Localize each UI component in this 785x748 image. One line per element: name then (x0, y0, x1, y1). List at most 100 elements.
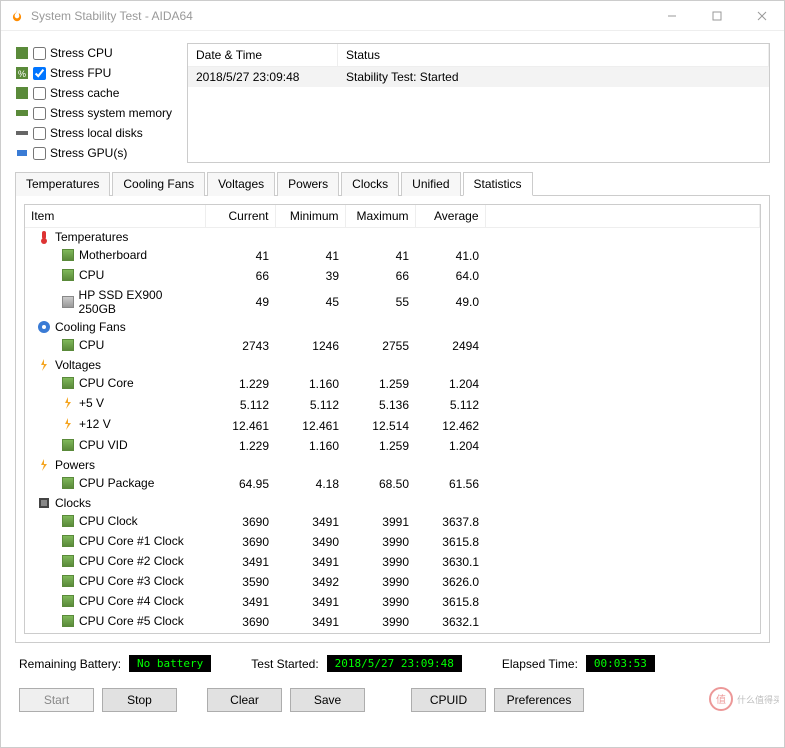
cell-minimum: 39 (275, 266, 345, 286)
col-header-minimum[interactable]: Minimum (275, 205, 345, 228)
category-row[interactable]: Temperatures (25, 228, 760, 247)
table-row[interactable]: Motherboard41414141.0 (25, 246, 760, 266)
log-table: Date & Time Status 2018/5/27 23:09:48Sta… (187, 43, 770, 163)
category-label: Powers (55, 458, 95, 472)
log-header-datetime[interactable]: Date & Time (188, 44, 338, 66)
category-row[interactable]: Cooling Fans (25, 318, 760, 336)
cell-minimum: 1.160 (275, 374, 345, 394)
category-row[interactable]: Voltages (25, 356, 760, 374)
close-button[interactable] (739, 1, 784, 31)
cell-maximum: 3990 (345, 532, 415, 552)
table-row[interactable]: HP SSD EX900 250GB49455549.0 (25, 286, 760, 318)
category-row[interactable]: Clocks (25, 494, 760, 512)
cell-minimum: 1246 (275, 336, 345, 356)
cell-average: 3615.8 (415, 532, 485, 552)
stress-label[interactable]: Stress cache (50, 86, 119, 100)
item-label: +5 V (79, 396, 104, 410)
log-status: Stability Test: Started (338, 67, 769, 87)
chip-icon (61, 614, 75, 628)
cell-maximum: 3990 (345, 552, 415, 572)
category-label: Clocks (55, 496, 91, 510)
col-header-average[interactable]: Average (415, 205, 485, 228)
volt-icon (37, 358, 51, 372)
table-row[interactable]: CPU Core #3 Clock3590349239903626.0 (25, 572, 760, 592)
button-bar: Start Stop Clear Save CPUID Preferences (15, 684, 770, 724)
cell-minimum: 3491 (275, 612, 345, 632)
cell-average: 3628.0 (415, 632, 485, 634)
tab-cooling-fans[interactable]: Cooling Fans (112, 172, 205, 196)
log-row[interactable]: 2018/5/27 23:09:48Stability Test: Starte… (188, 67, 769, 87)
stress-icon (15, 146, 29, 160)
titlebar: System Stability Test - AIDA64 (1, 1, 784, 31)
cpuid-button[interactable]: CPUID (411, 688, 486, 712)
volt-icon (37, 458, 51, 472)
item-label: CPU Package (79, 476, 154, 490)
stress-checkbox[interactable] (33, 67, 46, 80)
chip-icon (61, 376, 75, 390)
minimize-button[interactable] (649, 1, 694, 31)
cell-current: 1.229 (205, 374, 275, 394)
table-row[interactable]: CPU Package64.954.1868.5061.56 (25, 474, 760, 494)
stress-checkbox[interactable] (33, 127, 46, 140)
cell-minimum: 41 (275, 246, 345, 266)
stress-checkbox[interactable] (33, 107, 46, 120)
app-icon (9, 8, 25, 24)
chip-icon (61, 268, 75, 282)
table-row[interactable]: CPU Core1.2291.1601.2591.204 (25, 374, 760, 394)
start-button[interactable]: Start (19, 688, 94, 712)
tab-temperatures[interactable]: Temperatures (15, 172, 110, 196)
table-row[interactable]: +12 V12.46112.46112.51412.462 (25, 415, 760, 436)
test-started-value: 2018/5/27 23:09:48 (327, 655, 462, 672)
maximize-button[interactable] (694, 1, 739, 31)
elapsed-time-label: Elapsed Time: (502, 657, 578, 671)
table-row[interactable]: CPU Core #6 Clock3590349139903628.0 (25, 632, 760, 634)
stress-label[interactable]: Stress system memory (50, 106, 172, 120)
cell-average: 41.0 (415, 246, 485, 266)
stress-checkbox[interactable] (33, 87, 46, 100)
status-bar: Remaining Battery: No battery Test Start… (15, 643, 770, 684)
col-header-item[interactable]: Item (25, 205, 205, 228)
log-datetime: 2018/5/27 23:09:48 (188, 67, 338, 87)
table-row[interactable]: CPU Core #5 Clock3690349139903632.1 (25, 612, 760, 632)
cell-maximum: 3990 (345, 592, 415, 612)
cell-average: 49.0 (415, 286, 485, 318)
stop-button[interactable]: Stop (102, 688, 177, 712)
col-header-current[interactable]: Current (205, 205, 275, 228)
table-row[interactable]: +5 V5.1125.1125.1365.112 (25, 394, 760, 415)
chip-icon (61, 554, 75, 568)
tab-statistics[interactable]: Statistics (463, 172, 533, 196)
table-row[interactable]: CPU Clock3690349139913637.8 (25, 512, 760, 532)
item-label: CPU (79, 268, 104, 282)
table-row[interactable]: CPU Core #2 Clock3491349139903630.1 (25, 552, 760, 572)
preferences-button[interactable]: Preferences (494, 688, 584, 712)
item-label: HP SSD EX900 250GB (79, 288, 199, 316)
stress-label[interactable]: Stress local disks (50, 126, 143, 140)
table-row[interactable]: CPU Core #4 Clock3491349139903615.8 (25, 592, 760, 612)
cell-maximum: 66 (345, 266, 415, 286)
save-button[interactable]: Save (290, 688, 365, 712)
svg-text:%: % (18, 69, 26, 79)
cell-average: 3630.1 (415, 552, 485, 572)
clear-button[interactable]: Clear (207, 688, 282, 712)
cell-current: 41 (205, 246, 275, 266)
cell-current: 2743 (205, 336, 275, 356)
stress-checkbox[interactable] (33, 147, 46, 160)
tab-voltages[interactable]: Voltages (207, 172, 275, 196)
stress-checkbox[interactable] (33, 47, 46, 60)
stress-label[interactable]: Stress CPU (50, 46, 113, 60)
cell-current: 12.461 (205, 415, 275, 436)
stress-icon: % (15, 66, 29, 80)
table-row[interactable]: CPU66396664.0 (25, 266, 760, 286)
table-row[interactable]: CPU2743124627552494 (25, 336, 760, 356)
tab-unified[interactable]: Unified (401, 172, 460, 196)
log-header-status[interactable]: Status (338, 44, 769, 66)
tab-powers[interactable]: Powers (277, 172, 339, 196)
stress-label[interactable]: Stress FPU (50, 66, 111, 80)
table-row[interactable]: CPU Core #1 Clock3690349039903615.8 (25, 532, 760, 552)
col-header-maximum[interactable]: Maximum (345, 205, 415, 228)
cell-average: 5.112 (415, 394, 485, 415)
stress-label[interactable]: Stress GPU(s) (50, 146, 127, 160)
category-row[interactable]: Powers (25, 456, 760, 474)
table-row[interactable]: CPU VID1.2291.1601.2591.204 (25, 436, 760, 456)
tab-clocks[interactable]: Clocks (341, 172, 399, 196)
